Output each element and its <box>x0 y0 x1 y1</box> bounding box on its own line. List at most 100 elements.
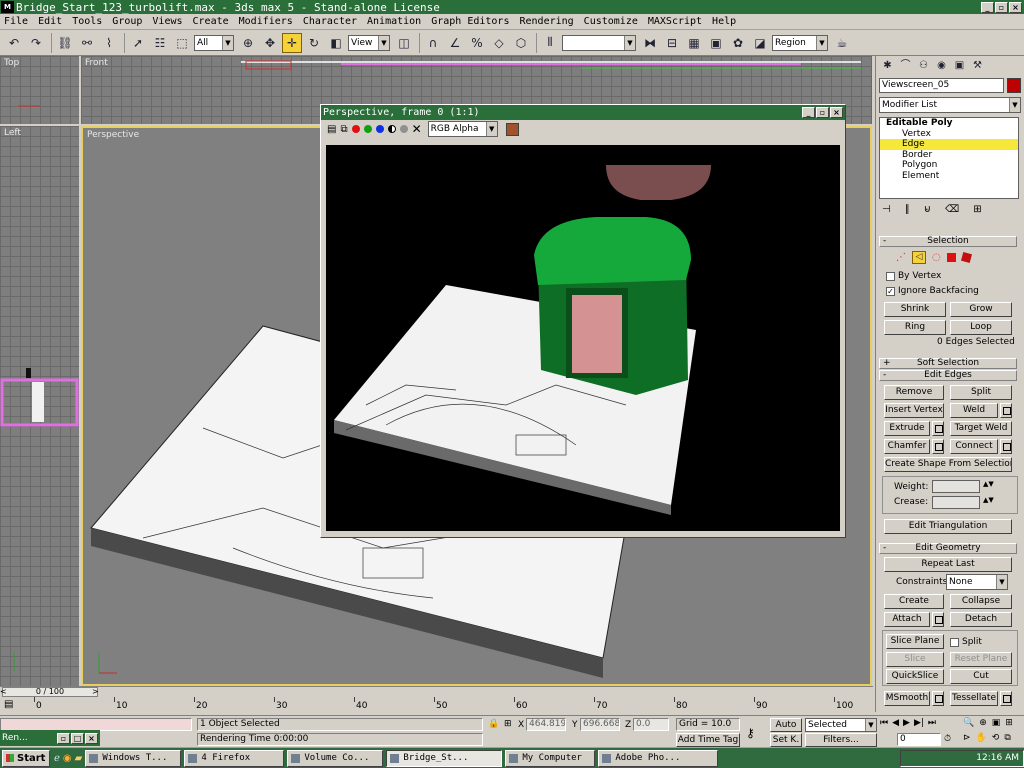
insert-vertex-button[interactable]: Insert Vertex <box>884 403 944 418</box>
ignore-backfacing-checkbox[interactable]: ✓ Ignore Backfacing <box>886 286 979 296</box>
menu-rendering[interactable]: Rendering <box>519 16 573 27</box>
select-and-manipulate-icon[interactable]: ⊕ <box>238 33 258 53</box>
constraints-dropdown[interactable]: None ▼ <box>946 574 1008 590</box>
collapse-button[interactable]: Collapse <box>950 594 1012 609</box>
create-shape-button[interactable]: Create Shape From Selection <box>884 457 1012 472</box>
zoom-icon[interactable]: 🔍 <box>963 718 974 728</box>
angle-snap-icon[interactable]: ∠ <box>445 33 465 53</box>
create-tab-icon[interactable]: ✱ <box>880 58 895 73</box>
ring-button[interactable]: Ring <box>884 320 946 335</box>
repeat-last-button[interactable]: Repeat Last <box>884 557 1012 572</box>
edit-triangulation-button[interactable]: Edit Triangulation <box>884 519 1012 534</box>
weight-spinner[interactable] <box>932 480 980 493</box>
utilities-tab-icon[interactable]: ⚒ <box>970 58 985 73</box>
maximize-viewport-icon[interactable]: ⧉ <box>1004 733 1010 743</box>
zoom-extents-icon[interactable]: ▣ <box>992 718 1001 728</box>
border-level-icon[interactable]: ◌ <box>932 252 941 263</box>
percent-snap-icon[interactable]: % <box>467 33 487 53</box>
menu-help[interactable]: Help <box>712 16 736 27</box>
configure-modifier-sets-icon[interactable]: ⊞ <box>973 204 981 215</box>
quick-render-icon[interactable]: ☕ <box>832 33 852 53</box>
go-to-start-icon[interactable]: ⏮ <box>880 718 888 728</box>
select-link-icon[interactable]: ⛓ <box>55 33 75 53</box>
menu-edit[interactable]: Edit <box>38 16 62 27</box>
taskbar-item-0[interactable]: Windows T... <box>85 749 182 767</box>
color-swatch[interactable] <box>505 122 519 136</box>
mirror-axis-icon[interactable]: ⧓ <box>640 33 660 53</box>
render-maximize-button[interactable]: ▫ <box>816 107 829 118</box>
motion-tab-icon[interactable]: ◉ <box>934 58 949 73</box>
chamfer-button[interactable]: Chamfer <box>884 439 930 454</box>
crease-spinner[interactable] <box>932 496 980 509</box>
edit-edges-rollout-header[interactable]: - Edit Edges <box>879 370 1017 381</box>
display-tab-icon[interactable]: ▣ <box>952 58 967 73</box>
shrink-button[interactable]: Shrink <box>884 302 946 317</box>
soft-selection-rollout-header[interactable]: + Soft Selection <box>879 358 1017 369</box>
create-button[interactable]: Create <box>884 594 944 609</box>
render-scene-icon[interactable]: ◪ <box>750 33 770 53</box>
taskbar-item-1[interactable]: 4 Firefox <box>184 749 285 767</box>
green-channel-icon[interactable] <box>363 125 372 133</box>
menu-file[interactable]: File <box>4 16 28 27</box>
scale-icon[interactable]: ◧ <box>326 33 346 53</box>
quick-launch-folder-icon[interactable]: ▰ <box>75 753 83 764</box>
red-channel-icon[interactable] <box>351 125 360 133</box>
taskbar-item-4[interactable]: My Computer <box>505 749 596 767</box>
stack-item-edge[interactable]: Edge <box>880 139 1018 150</box>
channel-dropdown[interactable]: RGB Alpha ▼ <box>427 121 498 137</box>
reset-plane-button[interactable]: Reset Plane <box>950 652 1012 667</box>
chamfer-settings-button[interactable] <box>932 439 944 454</box>
weld-settings-button[interactable] <box>1000 403 1012 418</box>
clock[interactable]: 12:16 AM <box>976 753 1019 763</box>
quickslice-button[interactable]: QuickSlice <box>886 669 944 684</box>
stack-item-element[interactable]: Element <box>880 171 1018 182</box>
select-move-icon[interactable]: ✥ <box>260 33 280 53</box>
reference-coordinate-dropdown[interactable]: View ▼ <box>348 34 390 51</box>
minimized-restore-button[interactable]: ▫ <box>57 732 70 744</box>
go-to-end-icon[interactable]: ⏭ <box>928 718 936 728</box>
viewport-top[interactable]: Top <box>0 56 79 124</box>
lock-selection-icon[interactable]: 🔒 <box>488 719 499 729</box>
key-icon[interactable]: ⚷ <box>746 726 755 740</box>
modify-tab-icon[interactable]: ⌒ <box>898 58 913 73</box>
element-level-icon[interactable] <box>960 251 972 264</box>
key-filter-selection-dropdown[interactable]: Selected ▼ <box>805 718 877 732</box>
grow-button[interactable]: Grow <box>950 302 1012 317</box>
play-icon[interactable]: ▶ <box>903 718 910 728</box>
key-filters-button[interactable]: Filters... <box>805 733 877 747</box>
mirror-icon[interactable]: ⫴ <box>540 33 560 53</box>
zoom-extents-all-icon[interactable]: ⊞ <box>1005 718 1013 728</box>
minimized-maximize-button[interactable]: □ <box>71 732 84 744</box>
track-view-icon[interactable]: ▦ <box>684 33 704 53</box>
crease-spinner-arrows[interactable]: ▲▼ <box>983 496 994 504</box>
stack-item-border[interactable]: Border <box>880 150 1018 161</box>
time-slider[interactable]: 0 / 100 < > <box>0 686 873 697</box>
stack-item-vertex[interactable]: Vertex <box>880 129 1018 140</box>
app-icon[interactable]: M <box>1 1 14 13</box>
unlink-icon[interactable]: ⚯ <box>77 33 97 53</box>
track-bar[interactable]: ▤ 0 10 20 30 40 50 60 70 80 90 100 <box>0 697 873 715</box>
menu-animation[interactable]: Animation <box>367 16 421 27</box>
material-editor-icon[interactable]: ✿ <box>728 33 748 53</box>
monochrome-icon[interactable] <box>399 125 408 133</box>
taskbar-item-5[interactable]: Adobe Pho... <box>598 749 719 767</box>
menu-group[interactable]: Group <box>112 16 142 27</box>
alpha-channel-icon[interactable] <box>387 125 396 133</box>
z-coordinate-field[interactable]: 0.0 <box>633 718 669 731</box>
object-color-swatch[interactable] <box>1007 78 1021 93</box>
remove-button[interactable]: Remove <box>884 385 944 400</box>
maximize-button[interactable]: ▫ <box>995 1 1008 13</box>
edit-geometry-rollout-header[interactable]: - Edit Geometry <box>879 543 1017 554</box>
hierarchy-tab-icon[interactable]: ⚇ <box>916 58 931 73</box>
rectangular-selection-icon[interactable]: ⬚ <box>172 33 192 53</box>
edge-level-icon[interactable]: ◁ <box>912 251 926 264</box>
split-button[interactable]: Split <box>950 385 1012 400</box>
snap-3d-icon[interactable]: ∩ <box>423 33 443 53</box>
menu-tools[interactable]: Tools <box>72 16 102 27</box>
stack-item-polygon[interactable]: Polygon <box>880 160 1018 171</box>
menu-modifiers[interactable]: Modifiers <box>239 16 293 27</box>
add-time-tag-button[interactable]: Add Time Tag <box>676 733 740 747</box>
selection-filter-dropdown[interactable]: All ▼ <box>194 34 234 51</box>
next-frame-icon[interactable]: ▶| <box>914 718 924 728</box>
minimize-button[interactable]: _ <box>981 1 994 13</box>
